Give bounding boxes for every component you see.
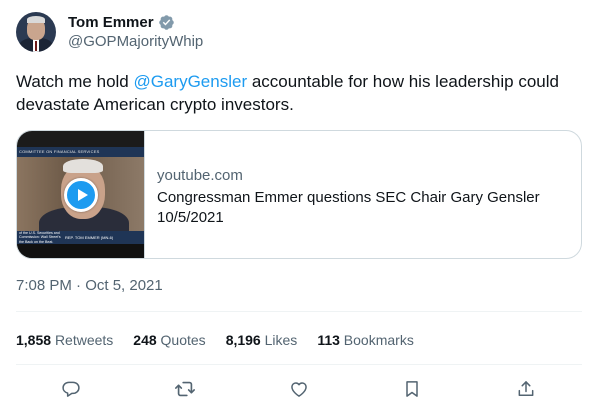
thumbnail-caption-left: of the U.S. Securities and Commission: W…	[19, 231, 61, 244]
stat-retweets-label: Retweets	[54, 332, 114, 348]
video-thumbnail[interactable]: COMMITTEE ON FINANCIAL SERVICES of the U…	[17, 131, 145, 258]
stat-likes-label: Likes	[264, 332, 298, 348]
tweet-text: Watch me hold @GaryGensler accountable f…	[16, 70, 582, 116]
stat-retweets[interactable]: 1,858 Retweets	[16, 331, 113, 349]
share-icon[interactable]	[515, 378, 537, 400]
like-icon[interactable]	[288, 378, 310, 400]
name-line: Tom Emmer	[68, 12, 175, 32]
action-bar	[60, 378, 548, 400]
link-card[interactable]: COMMITTEE ON FINANCIAL SERVICES of the U…	[16, 130, 582, 259]
stat-quotes[interactable]: 248 Quotes	[133, 331, 205, 349]
card-title[interactable]: Congressman Emmer questions SEC Chair Ga…	[157, 188, 567, 228]
reply-icon[interactable]	[60, 378, 82, 400]
avatar[interactable]	[16, 12, 56, 52]
tweet-header: Tom Emmer @GOPMajorityWhip	[16, 12, 576, 54]
verified-badge-icon[interactable]	[158, 14, 175, 31]
card-domain: youtube.com	[157, 167, 243, 184]
card-info: youtube.com Congressman Emmer questions …	[145, 131, 567, 258]
stat-bookmarks-count: 113	[317, 332, 340, 348]
stat-retweets-count: 1,858	[16, 332, 52, 348]
play-icon[interactable]	[64, 178, 98, 212]
user-handle[interactable]: @GOPMajorityWhip	[68, 33, 203, 50]
tweet-text-start: Watch me hold	[16, 72, 134, 91]
thumbnail-banner-text: COMMITTEE ON FINANCIAL SERVICES	[19, 149, 100, 154]
tweet-timestamp[interactable]: 7:08 PM · Oct 5, 2021	[16, 277, 163, 294]
bookmark-icon[interactable]	[401, 378, 423, 400]
stat-quotes-count: 248	[133, 332, 157, 348]
thumbnail-caption-right: REP. TOM EMMER (MN-6)	[65, 235, 114, 240]
stat-quotes-label: Quotes	[160, 332, 206, 348]
engagement-stats: 1,858 Retweets 248 Quotes 8,196 Likes 11…	[16, 331, 434, 349]
stat-likes[interactable]: 8,196 Likes	[226, 331, 298, 349]
display-name[interactable]: Tom Emmer	[68, 14, 154, 31]
stat-bookmarks[interactable]: 113 Bookmarks	[317, 331, 414, 349]
stat-bookmarks-label: Bookmarks	[343, 332, 414, 348]
retweet-icon[interactable]	[174, 378, 196, 400]
stat-likes-count: 8,196	[225, 332, 261, 348]
mention-link[interactable]: @GaryGensler	[133, 72, 247, 91]
divider	[16, 311, 582, 312]
divider	[16, 364, 582, 365]
